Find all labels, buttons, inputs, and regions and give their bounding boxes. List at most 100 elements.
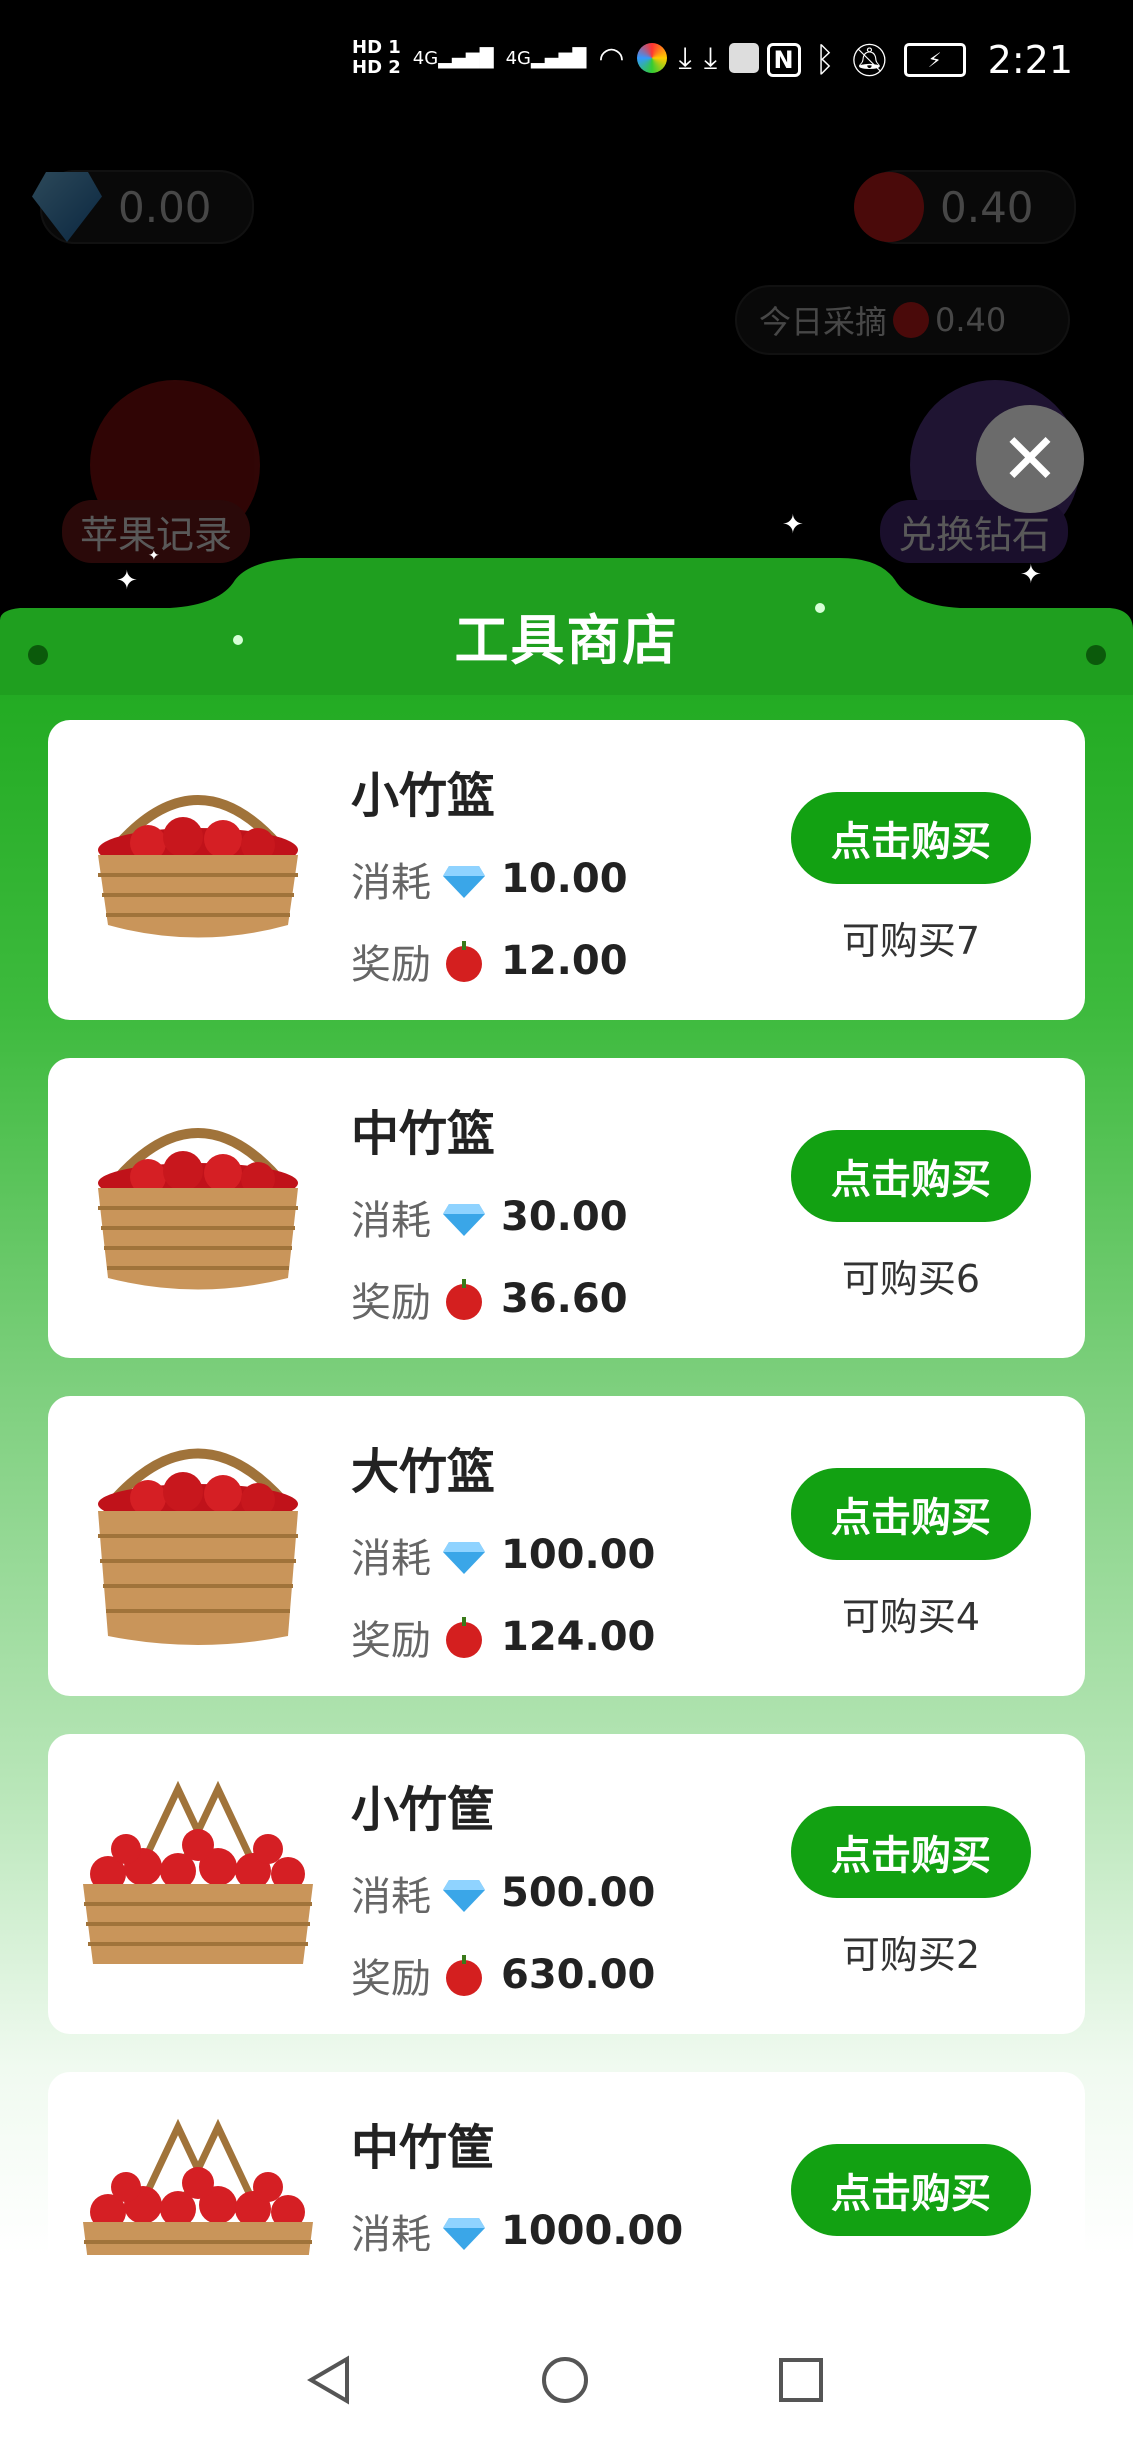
huawei-icon <box>729 43 760 73</box>
sparkle-icon: ✦ <box>782 510 804 540</box>
shop-panel: 小竹篮 消耗 10.00 奖励 12.00 点击购买 可购买7 中竹篮 消耗 3… <box>0 695 1133 2255</box>
diamond-icon <box>443 2218 485 2250</box>
cost-row: 消耗 500.00 <box>351 1864 655 1922</box>
item-name: 大竹篮 <box>351 1444 496 1500</box>
reward-value: 630.00 <box>501 1952 656 1998</box>
cost-label: 消耗 <box>351 860 431 906</box>
reward-row: 奖励 36.60 <box>351 1270 628 1328</box>
cost-value: 100.00 <box>501 1532 656 1578</box>
today-pick: 今日采摘 0.40 <box>735 285 1070 355</box>
cost-value: 1000.00 <box>501 2208 684 2254</box>
close-button[interactable]: ✕ <box>976 405 1084 513</box>
back-icon[interactable] <box>305 2355 355 2405</box>
reward-label: 奖励 <box>351 1618 431 1664</box>
diamond-icon <box>32 172 102 242</box>
reward-row: 奖励 124.00 <box>351 1608 655 1666</box>
available-count: 可购买7 <box>841 919 981 963</box>
buy-button[interactable]: 点击购买 <box>791 1806 1031 1898</box>
nfc-icon: N <box>766 43 801 77</box>
status-right-icons: N ᛒ 🔕︎ ⚡ 2:21 <box>766 38 1073 82</box>
system-nav-bar <box>0 2255 1133 2453</box>
net2-label: 4G <box>505 47 531 69</box>
clock: 2:21 <box>987 38 1073 82</box>
signal-icon-2: 4G▂▄▆█ <box>505 47 587 69</box>
cost-label: 消耗 <box>351 1536 431 1582</box>
cost-value: 10.00 <box>501 856 628 902</box>
buy-button[interactable]: 点击购买 <box>791 1468 1031 1560</box>
mute-icon: 🔕︎ <box>849 41 890 79</box>
small-basket-image <box>98 795 298 938</box>
apple-icon <box>854 172 924 242</box>
today-value: 0.40 <box>935 301 1007 339</box>
today-label: 今日采摘 <box>759 303 888 341</box>
app-icon <box>636 43 667 73</box>
diamond-balance-value: 0.00 <box>118 182 212 232</box>
wifi-icon: ◠ <box>598 40 625 76</box>
diamond-balance: 0.00 <box>32 170 254 244</box>
reward-label: 奖励 <box>351 1956 431 2002</box>
diamond-icon <box>443 866 485 898</box>
diamond-icon <box>443 1542 485 1574</box>
item-name: 中竹篮 <box>351 1106 496 1162</box>
cost-label: 消耗 <box>351 1874 431 1920</box>
reward-row: 奖励 12.00 <box>351 932 628 990</box>
item-name: 小竹筐 <box>351 1782 496 1838</box>
signal-icon: 4G▂▄▆█ <box>412 47 494 69</box>
available-count: 可购买6 <box>841 1257 981 1301</box>
cost-value: 500.00 <box>501 1870 656 1916</box>
buy-button[interactable]: 点击购买 <box>791 1130 1031 1222</box>
apple-icon <box>446 1617 482 1658</box>
large-basket-image <box>98 1448 298 1645</box>
item-name: 中竹筐 <box>351 2120 496 2176</box>
apple-small-icon <box>893 302 930 338</box>
shop-title: 工具商店 <box>454 609 679 672</box>
medium-basket-image <box>98 1128 298 1290</box>
shop-item-card: 大竹篮 消耗 100.00 奖励 124.00 点击购买 可购买4 <box>48 1396 1085 1696</box>
shop-item-card: 中竹篮 消耗 30.00 奖励 36.60 点击购买 可购买6 <box>48 1058 1085 1358</box>
cost-value: 30.00 <box>501 1194 628 1240</box>
medium-crate-image <box>83 2118 313 2255</box>
available-count: 可购买2 <box>841 1933 981 1977</box>
status-left-icons: HD 1 HD 2 4G▂▄▆█ 4G▂▄▆█ ◠ ⤓ ⤓ <box>352 38 760 78</box>
battery-icon: ⚡ <box>903 43 966 77</box>
status-bar: HD 1 HD 2 4G▂▄▆█ 4G▂▄▆█ ◠ ⤓ ⤓ N ᛒ 🔕︎ ⚡ 2… <box>0 0 1133 130</box>
download-icon: ⤓ <box>678 40 692 76</box>
cost-label: 消耗 <box>351 2212 431 2255</box>
buy-button[interactable]: 点击购买 <box>791 792 1031 884</box>
reward-value: 124.00 <box>501 1614 656 1660</box>
cost-row: 消耗 100.00 <box>351 1526 655 1584</box>
recents-icon[interactable] <box>776 2355 826 2405</box>
background-page: 0.00 0.40 今日采摘 0.40 苹果记录 兑换钻石 <box>0 130 1133 570</box>
shop-item-card: 中竹筐 消耗 1000.00 点击购买 <box>48 2072 1085 2255</box>
diamond-icon <box>443 1204 485 1236</box>
available-count: 可购买4 <box>841 1595 981 1639</box>
diamond-icon <box>443 1880 485 1912</box>
apple-balance-value: 0.40 <box>940 182 1034 232</box>
net1-label: 4G <box>412 47 439 69</box>
hd2-label: HD 2 <box>352 57 401 78</box>
cost-label: 消耗 <box>351 1198 431 1244</box>
small-crate-image <box>83 1780 313 1964</box>
apple-icon <box>446 1955 482 1996</box>
reward-label: 奖励 <box>351 942 431 988</box>
close-icon: ✕ <box>1000 418 1060 500</box>
reward-row: 奖励 630.00 <box>351 1946 655 2004</box>
bluetooth-icon: ᛒ <box>814 40 836 80</box>
shop-item-card: 小竹筐 消耗 500.00 奖励 630.00 点击购买 可购买2 <box>48 1734 1085 2034</box>
hd1-label: HD 1 <box>352 37 401 58</box>
home-icon[interactable] <box>540 2355 590 2405</box>
item-name: 小竹篮 <box>351 768 496 824</box>
cost-row: 消耗 1000.00 <box>351 2202 683 2255</box>
reward-value: 12.00 <box>501 938 628 984</box>
download-icon-2: ⤓ <box>703 40 718 76</box>
reward-value: 36.60 <box>501 1276 628 1322</box>
hd-badges: HD 1 HD 2 <box>352 38 401 78</box>
reward-label: 奖励 <box>351 1280 431 1326</box>
cost-row: 消耗 10.00 <box>351 850 628 908</box>
shop-item-card: 小竹篮 消耗 10.00 奖励 12.00 点击购买 可购买7 <box>48 720 1085 1020</box>
apple-balance: 0.40 <box>854 170 1076 244</box>
cost-row: 消耗 30.00 <box>351 1188 628 1246</box>
buy-button[interactable]: 点击购买 <box>791 2144 1031 2236</box>
apple-icon <box>446 941 482 982</box>
apple-icon <box>446 1279 482 1320</box>
